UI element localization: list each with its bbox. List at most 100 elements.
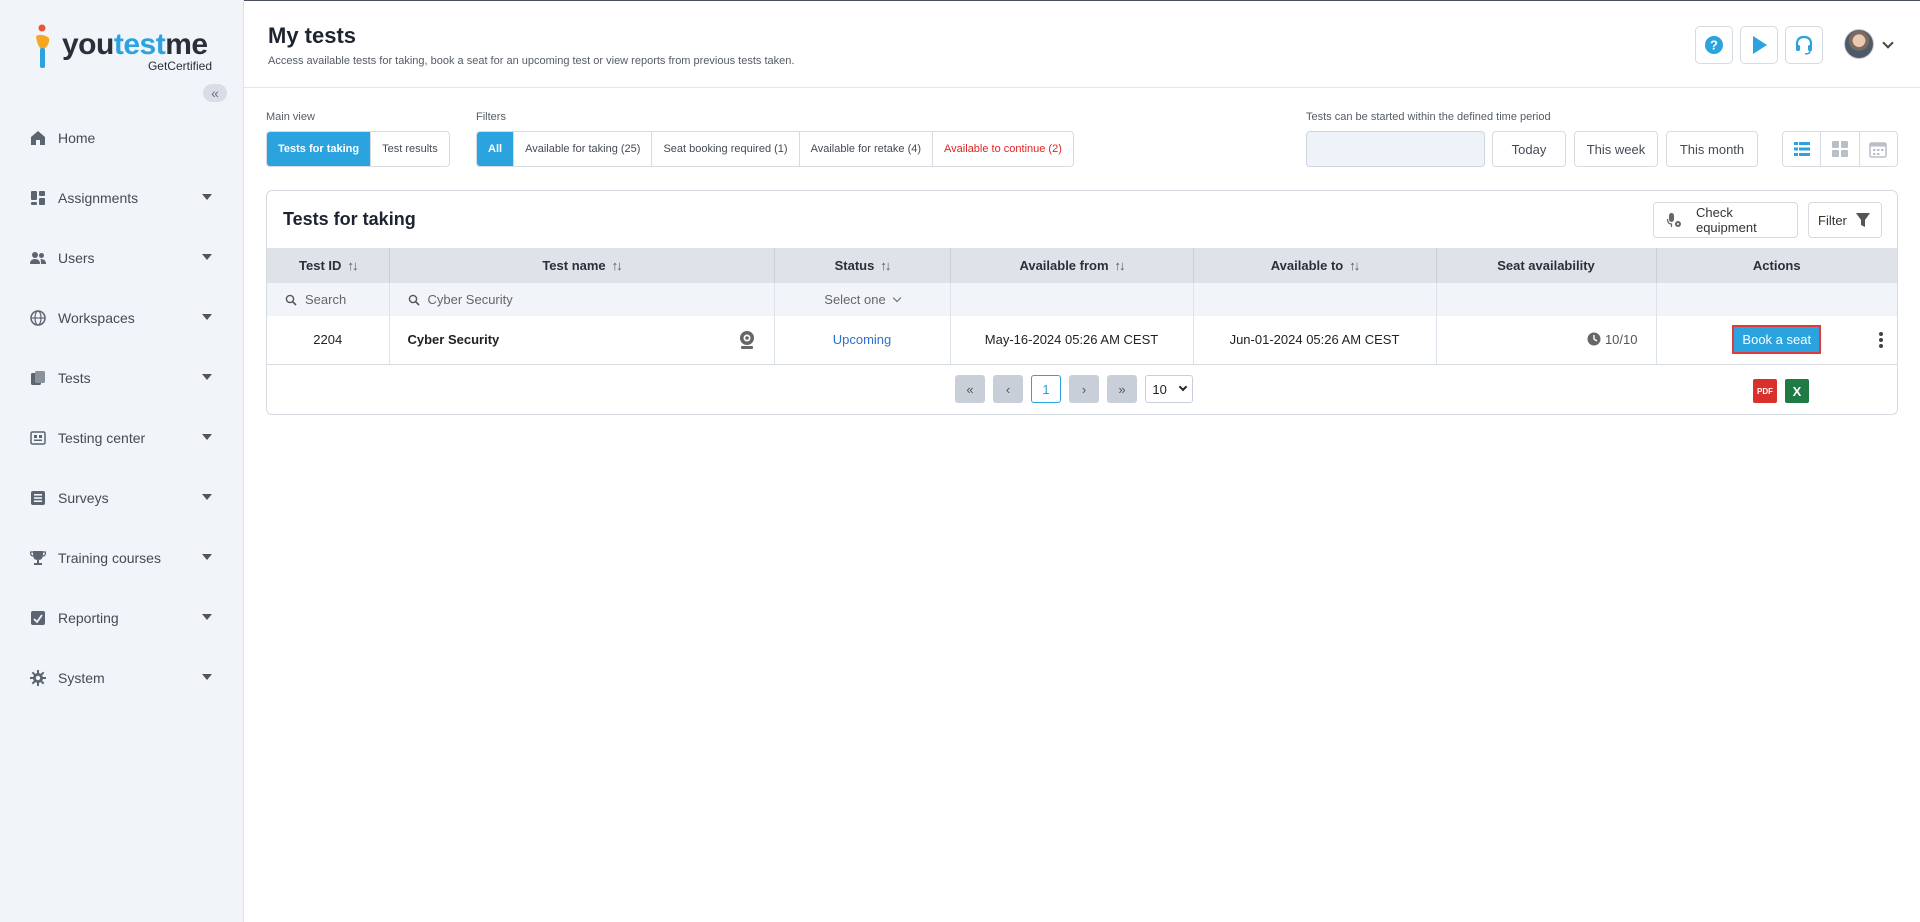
sidebar-item-assignments[interactable]: Assignments: [0, 168, 244, 228]
play-icon: [1753, 36, 1767, 54]
filter-test-name[interactable]: Cyber Security: [389, 283, 775, 316]
status-link[interactable]: Upcoming: [833, 332, 892, 347]
caret-down-icon: [202, 374, 212, 380]
sidebar-item-workspaces[interactable]: Workspaces: [0, 288, 244, 348]
first-page-button[interactable]: «: [955, 375, 985, 403]
filter-available-for-retake[interactable]: Available for retake (4): [800, 132, 934, 166]
tests-icon: [30, 370, 46, 386]
sidebar-item-label: System: [58, 670, 105, 686]
previous-page-button[interactable]: ‹: [993, 375, 1023, 403]
last-page-button[interactable]: »: [1107, 375, 1137, 403]
tests-table: Test ID ↑↓ Test name ↑↓ Status ↑↓ Available…: [267, 248, 1897, 365]
card-title: Tests for taking: [283, 209, 416, 229]
funnel-icon: [1855, 213, 1870, 227]
page-header: My tests Access available tests for taki…: [244, 0, 1920, 88]
support-button[interactable]: [1785, 26, 1823, 64]
this-month-button[interactable]: This month: [1666, 131, 1758, 167]
filter-available-for-taking[interactable]: Available for taking (25): [514, 132, 653, 166]
grid-view-button[interactable]: [1821, 132, 1860, 166]
sort-icon: ↑↓: [611, 258, 623, 273]
sidebar-item-tests[interactable]: Tests: [0, 348, 244, 408]
chevron-down-icon[interactable]: [1882, 37, 1894, 49]
this-week-button[interactable]: This week: [1574, 131, 1658, 167]
page-size-select[interactable]: 10: [1145, 375, 1193, 403]
chevron-down-icon: [1178, 382, 1187, 392]
tab-tests-for-taking[interactable]: Tests for taking: [267, 132, 372, 166]
caret-down-icon: [202, 554, 212, 560]
filter-seat-availability: [1436, 283, 1657, 316]
cell-actions: Book a seat: [1656, 316, 1897, 365]
sidebar-item-testing-center[interactable]: Testing center: [0, 408, 244, 468]
caret-down-icon: [202, 434, 212, 440]
sidebar-item-label: Home: [58, 130, 96, 146]
sidebar-item-surveys[interactable]: Surveys: [0, 468, 244, 528]
help-button[interactable]: ?: [1695, 26, 1733, 64]
cell-available-from: May-16-2024 05:26 AM CEST: [950, 316, 1194, 365]
pagination: « ‹ 1 › » 10: [955, 375, 1193, 403]
sidebar-item-label: Tests: [58, 370, 91, 386]
column-header-test-id[interactable]: Test ID ↑↓: [267, 248, 390, 283]
main-view-toggle: Tests for taking Test results: [266, 131, 450, 167]
headset-icon: [1795, 35, 1813, 55]
book-a-seat-button[interactable]: Book a seat: [1732, 325, 1822, 355]
column-header-status[interactable]: Status ↑↓: [774, 248, 951, 283]
cell-status[interactable]: Upcoming: [774, 316, 951, 365]
filter-status-dropdown[interactable]: Select one: [774, 283, 951, 316]
home-icon: [30, 130, 46, 146]
tests-card: Tests for taking Check equipment Filter …: [266, 190, 1898, 415]
filter-all[interactable]: All: [477, 132, 515, 166]
gear-icon: [30, 670, 46, 686]
column-header-seat-availability: Seat availability: [1436, 248, 1657, 283]
date-range-input[interactable]: [1306, 131, 1485, 167]
user-avatar[interactable]: [1844, 29, 1874, 59]
more-options-icon[interactable]: [1879, 332, 1883, 348]
tab-test-results[interactable]: Test results: [371, 132, 449, 166]
seat-count: 10/10: [1604, 332, 1638, 348]
filters-toggle: All Available for taking (25) Seat booki…: [476, 131, 1074, 167]
sidebar-item-users[interactable]: Users: [0, 228, 244, 288]
reporting-icon: [30, 610, 46, 626]
next-page-button[interactable]: ›: [1069, 375, 1099, 403]
sidebar-item-home[interactable]: Home: [0, 108, 244, 168]
list-view-button[interactable]: [1783, 132, 1822, 166]
filters-label: Filters: [476, 111, 506, 123]
test-name-filter-input[interactable]: Cyber Security: [428, 292, 513, 307]
check-equipment-button[interactable]: Check equipment: [1653, 202, 1798, 238]
view-mode-toggle: [1782, 131, 1898, 167]
sidebar-item-label: Reporting: [58, 610, 119, 626]
surveys-icon: [30, 490, 46, 506]
export-excel-button[interactable]: X: [1785, 379, 1809, 403]
today-button[interactable]: Today: [1492, 131, 1566, 167]
sidebar-item-label: Surveys: [58, 490, 109, 506]
sidebar-item-reporting[interactable]: Reporting: [0, 588, 244, 648]
column-header-test-name[interactable]: Test name ↑↓: [389, 248, 775, 283]
filter-seat-booking-required[interactable]: Seat booking required (1): [652, 132, 800, 166]
caret-down-icon: [202, 194, 212, 200]
calendar-view-button[interactable]: [1860, 132, 1897, 166]
sidebar: youtestme GetCertified « Home Assignment…: [0, 0, 244, 922]
export-pdf-button[interactable]: PDF: [1753, 379, 1777, 403]
filter-button[interactable]: Filter: [1808, 202, 1882, 238]
logo[interactable]: youtestme GetCertified: [32, 24, 212, 74]
cell-seat-availability: 10/10: [1436, 316, 1657, 365]
sidebar-item-training-courses[interactable]: Training courses: [0, 528, 244, 588]
pdf-icon: PDF: [1757, 386, 1773, 396]
filter-test-id[interactable]: Search: [267, 283, 390, 316]
play-tutorial-button[interactable]: [1740, 26, 1778, 64]
collapse-sidebar-button[interactable]: «: [203, 84, 227, 102]
caret-down-icon: [202, 494, 212, 500]
help-icon: ?: [1705, 36, 1723, 54]
sidebar-item-system[interactable]: System: [0, 648, 244, 708]
logo-mark-icon: [36, 24, 50, 68]
page-number-button[interactable]: 1: [1031, 375, 1061, 403]
double-chevron-left-icon: «: [211, 85, 219, 101]
double-chevron-left-icon: «: [966, 381, 974, 397]
column-header-available-from[interactable]: Available from ↑↓: [950, 248, 1194, 283]
filter-available-to-continue[interactable]: Available to continue (2): [933, 132, 1073, 166]
trophy-icon: [30, 550, 46, 566]
column-header-available-to[interactable]: Available to ↑↓: [1193, 248, 1437, 283]
filter-actions: [1656, 283, 1897, 316]
search-input[interactable]: Search: [305, 292, 346, 307]
column-header-actions: Actions: [1656, 248, 1897, 283]
cell-available-to: Jun-01-2024 05:26 AM CEST: [1193, 316, 1437, 365]
